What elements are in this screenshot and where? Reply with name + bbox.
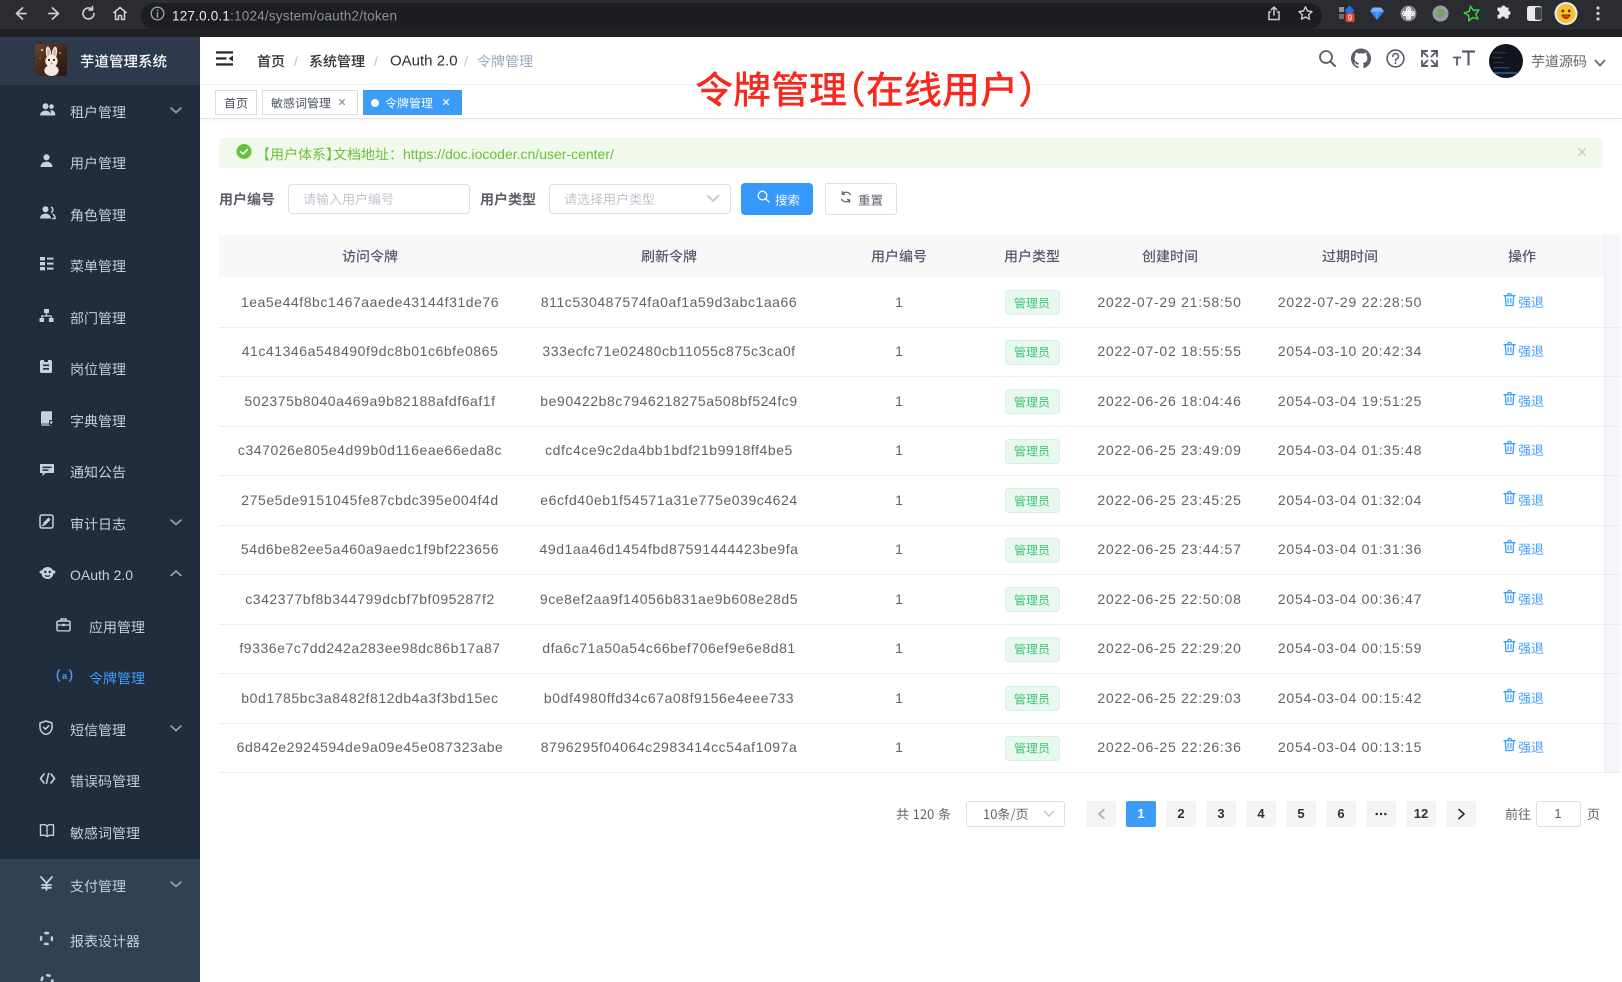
- svg-text:a: a: [62, 671, 68, 682]
- svg-text:9: 9: [1348, 13, 1353, 22]
